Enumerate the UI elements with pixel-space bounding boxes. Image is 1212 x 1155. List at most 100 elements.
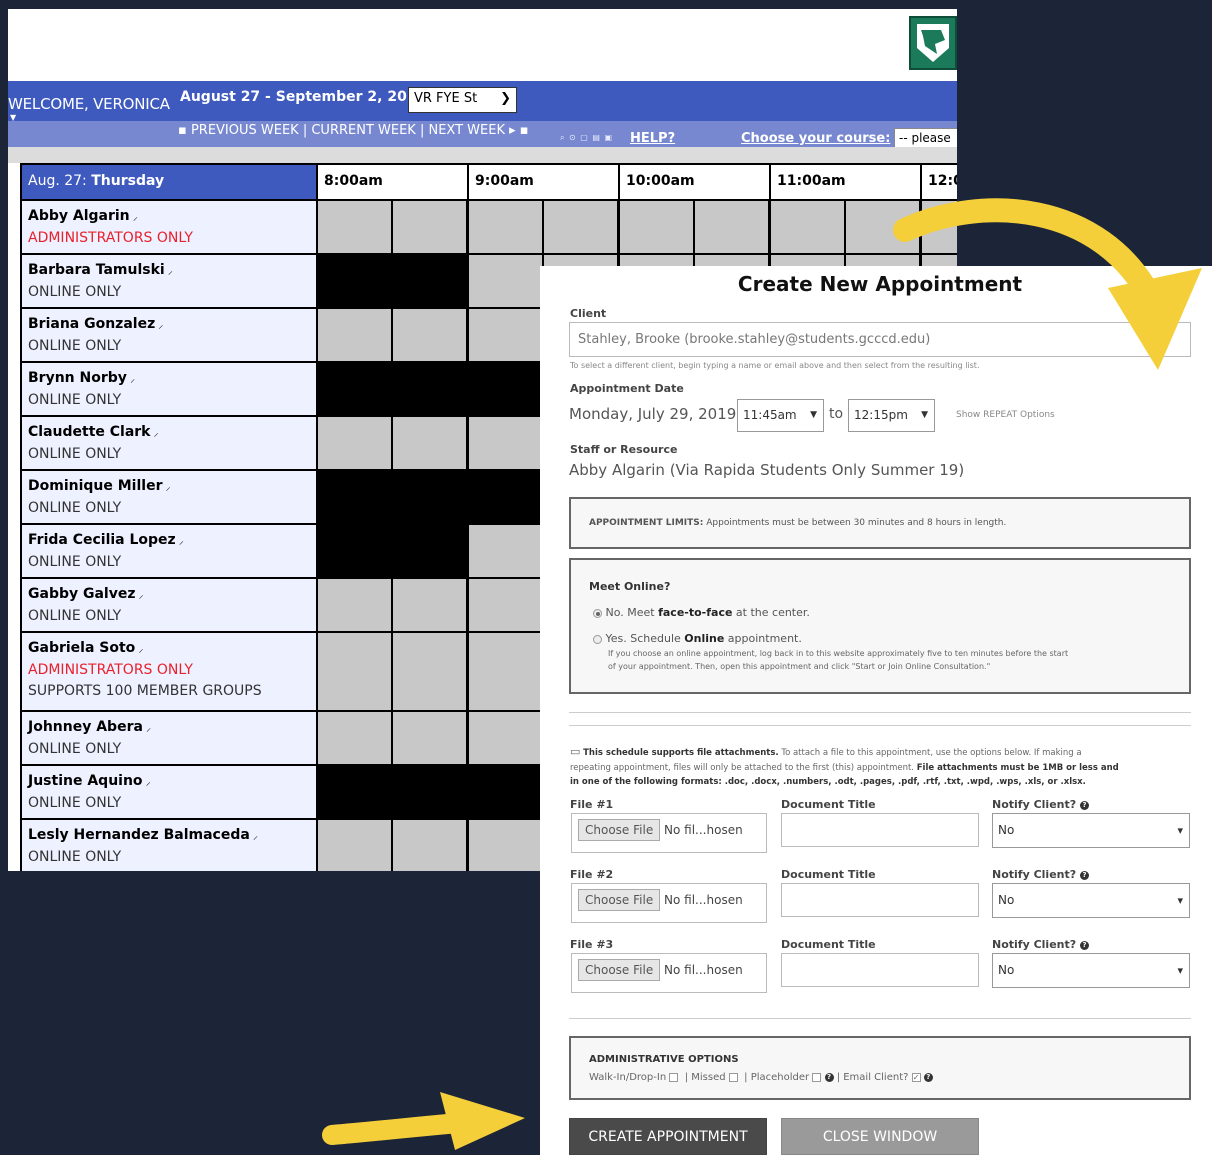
staff-name[interactable]: Abby Algarin [28, 206, 310, 228]
staff-name[interactable]: Claudette Clark [28, 422, 310, 444]
create-appointment-button[interactable]: CREATE APPOINTMENT [569, 1118, 767, 1155]
staff-row-name[interactable]: Claudette Clark ONLINE ONLY [22, 417, 316, 469]
available-slot[interactable] [469, 201, 542, 253]
option-face-to-face[interactable]: No. Meet face-to-face at the center. [593, 606, 810, 619]
available-slot[interactable] [469, 255, 542, 307]
staff-name[interactable]: Dominique Miller [28, 476, 310, 498]
available-slot[interactable] [318, 201, 391, 253]
college-logo [909, 16, 957, 70]
staff-label: Staff or Resource [570, 443, 678, 456]
available-slot[interactable] [393, 712, 466, 764]
staff-row-name[interactable]: Johnney Abera ONLINE ONLY [22, 712, 316, 764]
welcome-dropdown-icon[interactable]: ▼ [10, 113, 16, 122]
available-slot[interactable] [469, 525, 542, 577]
staff-name[interactable]: Frida Cecilia Lopez [28, 530, 310, 552]
available-slot[interactable] [469, 417, 542, 469]
help-link[interactable]: HELP? [630, 131, 675, 146]
available-slot[interactable] [695, 201, 768, 253]
staff-name[interactable]: Gabriela Soto [28, 638, 310, 660]
available-slot[interactable] [469, 633, 542, 710]
busy-slot [318, 766, 394, 818]
start-time-select[interactable]: 11:45am ▼ [737, 399, 824, 432]
available-slot[interactable] [318, 633, 391, 710]
toolbar-icons[interactable]: ⌕ ⊙ ▢ ▤ ▣ [560, 133, 613, 143]
staff-name[interactable]: Gabby Galvez [28, 584, 310, 606]
staff-name[interactable]: Barbara Tamulski [28, 260, 310, 282]
option-online[interactable]: Yes. Schedule Online appointment. [593, 632, 802, 645]
available-slot[interactable] [469, 579, 542, 631]
staff-row-name[interactable]: Frida Cecilia Lopez ONLINE ONLY [22, 525, 316, 577]
available-slot[interactable] [469, 712, 542, 764]
staff-row-name[interactable]: Gabby Galvez ONLINE ONLY [22, 579, 316, 631]
divider [569, 725, 1191, 726]
available-slot[interactable] [469, 309, 542, 361]
staff-name[interactable]: Johnney Abera [28, 717, 310, 739]
email-client-checkbox[interactable]: ✓ [911, 1072, 921, 1082]
available-slot[interactable] [469, 820, 542, 871]
online-note-line1: If you choose an online appointment, log… [608, 649, 1069, 658]
staff-row-name[interactable]: Brynn Norby ONLINE ONLY [22, 363, 316, 415]
date-range: August 27 - September 2, 2020 [180, 89, 427, 105]
available-slot[interactable] [318, 417, 391, 469]
appointment-limits-panel: APPOINTMENT LIMITS: Appointments must be… [569, 497, 1191, 549]
available-slot[interactable] [318, 309, 391, 361]
help-icon[interactable]: ? [1079, 870, 1089, 880]
staff-row-name[interactable]: Dominique Miller ONLINE ONLY [22, 471, 316, 523]
help-icon[interactable]: ? [1079, 800, 1089, 810]
available-slot[interactable] [318, 579, 391, 631]
end-time-select[interactable]: 12:15pm ▼ [848, 399, 935, 432]
help-icon[interactable]: ? [824, 1072, 834, 1082]
staff-status: ONLINE ONLY [28, 338, 122, 354]
available-slot[interactable] [620, 201, 693, 253]
staff-row-name[interactable]: Justine Aquino ONLINE ONLY [22, 766, 316, 818]
help-icon[interactable]: ? [1079, 940, 1089, 950]
staff-name[interactable]: Lesly Hernandez Balmaceda [28, 825, 310, 847]
available-slot[interactable] [393, 820, 466, 871]
file-chooser[interactable]: Choose File No fil...hosen [571, 883, 767, 923]
file-chooser[interactable]: Choose File No fil...hosen [571, 953, 767, 993]
choose-file-button[interactable]: Choose File [578, 959, 661, 981]
limits-text: Appointments must be between 30 minutes … [706, 518, 1007, 528]
repeat-options-link[interactable]: Show REPEAT Options [956, 410, 1055, 420]
file-chooser[interactable]: Choose File No fil...hosen [571, 813, 767, 853]
folder-icon: ▭ [570, 745, 581, 758]
available-slot[interactable] [318, 712, 391, 764]
help-icon[interactable]: ? [923, 1072, 933, 1082]
staff-name[interactable]: Briana Gonzalez [28, 314, 310, 336]
staff-row-name[interactable]: Gabriela Soto ADMINISTRATORS ONLY SUPPORTS… [22, 633, 316, 710]
document-title-label: Document Title [781, 798, 876, 811]
available-slot[interactable] [771, 201, 844, 253]
staff-row-name[interactable]: Briana Gonzalez ONLINE ONLY [22, 309, 316, 361]
choose-file-button[interactable]: Choose File [578, 889, 661, 911]
choose-file-button[interactable]: Choose File [578, 819, 661, 841]
document-title-input[interactable] [781, 813, 979, 847]
staff-name[interactable]: Justine Aquino [28, 771, 310, 793]
busy-slot [318, 471, 394, 523]
walk-in-checkbox[interactable] [669, 1072, 679, 1082]
notify-client-select[interactable]: No ▾ [992, 813, 1190, 848]
busy-slot [318, 255, 394, 307]
missed-checkbox[interactable] [728, 1072, 738, 1082]
available-slot[interactable] [393, 633, 466, 710]
available-slot[interactable] [318, 820, 391, 871]
staff-name[interactable]: Brynn Norby [28, 368, 310, 390]
staff-row-name[interactable]: Lesly Hernandez Balmaceda ONLINE ONLY [22, 820, 316, 871]
available-slot[interactable] [393, 309, 466, 361]
radio-face-to-face[interactable] [593, 608, 602, 618]
available-slot[interactable] [393, 417, 466, 469]
placeholder-checkbox[interactable] [812, 1072, 822, 1082]
available-slot[interactable] [544, 201, 617, 253]
week-navigation[interactable]: ▪ PREVIOUS WEEK | CURRENT WEEK | NEXT WE… [178, 123, 529, 138]
available-slot[interactable] [393, 201, 466, 253]
day-header: Aug. 27: Thursday [22, 165, 316, 199]
notify-client-select[interactable]: No ▾ [992, 953, 1190, 988]
staff-row-name[interactable]: Barbara Tamulski ONLINE ONLY [22, 255, 316, 307]
radio-online[interactable] [593, 634, 602, 644]
available-slot[interactable] [393, 579, 466, 631]
schedule-select[interactable]: VR FYE St ❯ [408, 87, 517, 113]
notify-client-select[interactable]: No ▾ [992, 883, 1190, 918]
document-title-input[interactable] [781, 953, 979, 987]
document-title-input[interactable] [781, 883, 979, 917]
close-window-button[interactable]: CLOSE WINDOW [781, 1118, 979, 1155]
staff-row-name[interactable]: Abby Algarin ADMINISTRATORS ONLY [22, 201, 316, 253]
